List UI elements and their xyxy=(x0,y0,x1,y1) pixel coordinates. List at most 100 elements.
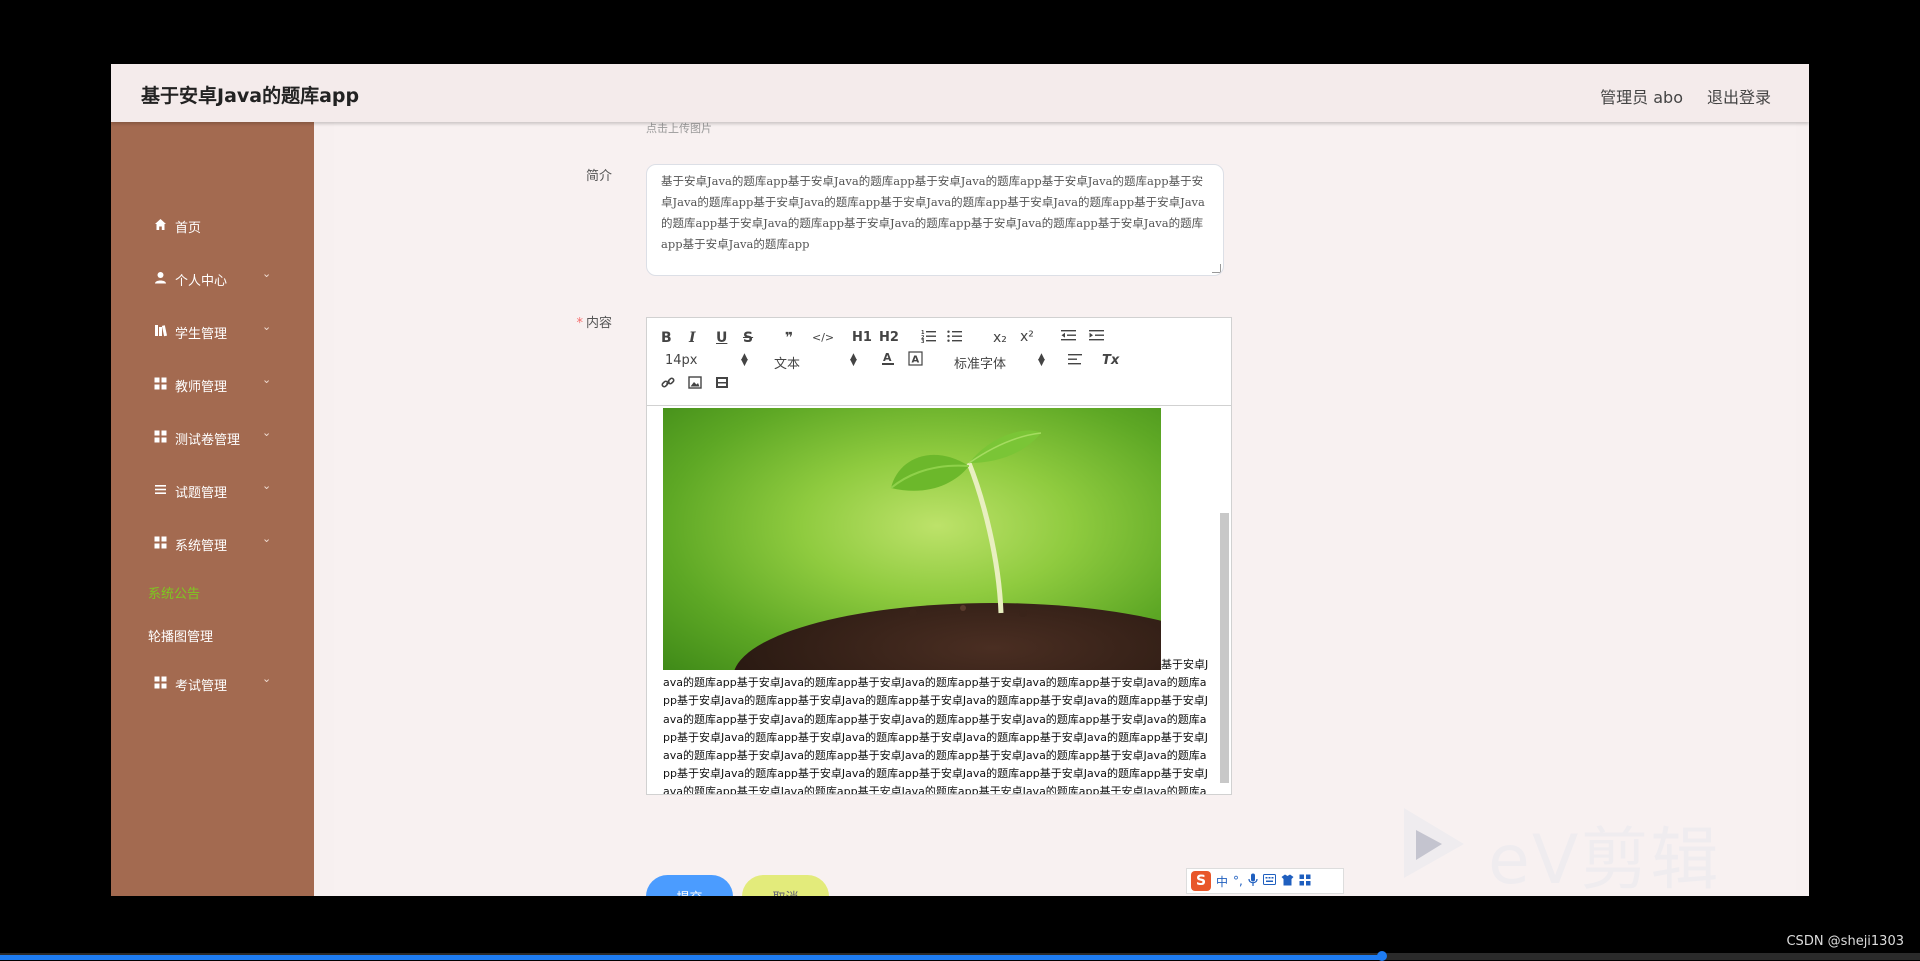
header-2-button[interactable]: H2 xyxy=(879,329,899,347)
admin-user-label[interactable]: 管理员 abo xyxy=(1600,84,1683,108)
microphone-icon[interactable] xyxy=(1248,873,1258,889)
intro-label: 简介 xyxy=(585,169,612,184)
svg-text:A: A xyxy=(883,351,892,364)
punctuation-icon[interactable]: °, xyxy=(1233,874,1243,888)
sidebar-item-students[interactable]: 学生管理 ⌄ xyxy=(111,310,314,354)
sidebar-item-label: 系统管理 xyxy=(175,539,228,554)
sidebar-item-questions[interactable]: 试题管理 ⌄ xyxy=(111,469,314,513)
sidebar-item-label: 首页 xyxy=(175,221,202,236)
cancel-button[interactable]: 取消 xyxy=(742,875,829,896)
video-progress-bar[interactable] xyxy=(0,951,1920,961)
image-icon[interactable] xyxy=(688,376,702,394)
strikethrough-button[interactable]: S xyxy=(743,329,753,347)
sidebar-item-system[interactable]: 系统管理 ⌄ xyxy=(111,522,314,566)
progress-fill xyxy=(0,955,1383,960)
sidebar-item-teachers[interactable]: 教师管理 ⌄ xyxy=(111,363,314,407)
ime-mode-label[interactable]: 中 xyxy=(1216,873,1228,890)
chevron-down-icon: ⌄ xyxy=(262,320,272,333)
home-icon xyxy=(153,217,167,231)
content-label-text: 内容 xyxy=(585,316,612,331)
seedling-image xyxy=(663,408,1161,670)
bold-button[interactable]: B xyxy=(661,329,672,347)
chevron-down-icon: ⌄ xyxy=(262,532,272,545)
csdn-credit: CSDN @sheji1303 xyxy=(1786,934,1904,949)
user-icon xyxy=(153,270,167,284)
toolbox-icon[interactable] xyxy=(1299,874,1311,889)
sidebar-item-label: 试题管理 xyxy=(175,486,228,501)
resize-handle[interactable] xyxy=(1212,264,1221,273)
font-family-value: 标准字体 xyxy=(954,357,1007,372)
skin-icon[interactable] xyxy=(1281,874,1294,889)
video-icon[interactable] xyxy=(715,376,729,394)
font-size-select[interactable]: 14px ▲ ▼ xyxy=(665,352,749,369)
ordered-list-icon[interactable]: 123 xyxy=(921,329,936,348)
svg-text:A: A xyxy=(912,355,920,366)
link-icon[interactable] xyxy=(661,376,675,395)
logout-link[interactable]: 退出登录 xyxy=(1707,84,1771,108)
sidebar: 首页 个人中心 ⌄ 学生管理 ⌄ 教师管理 ⌄ 测试卷管理 ⌄ 试题管理 ⌄ 系… xyxy=(111,122,314,896)
chevron-down-icon: ⌄ xyxy=(262,373,272,386)
sidebar-item-label: 测试卷管理 xyxy=(175,433,241,448)
editor-scrollbar[interactable] xyxy=(1220,513,1229,783)
grid-icon xyxy=(153,376,167,390)
rich-text-editor: B I U S ❞ </> H1 H2 123 x₂ x² 14px ▲ ▼ 文… xyxy=(646,317,1232,795)
svg-text:3: 3 xyxy=(921,339,925,343)
ev-watermark: eV剪辑 xyxy=(1396,800,1726,900)
font-color-icon[interactable]: A xyxy=(881,351,895,371)
grid-icon xyxy=(153,429,167,443)
italic-button[interactable]: I xyxy=(689,329,696,347)
subscript-button[interactable]: x₂ xyxy=(993,329,1007,347)
select-arrows-icon: ▲ ▼ xyxy=(850,352,857,368)
ime-toolbar[interactable]: S 中 °, xyxy=(1186,868,1344,894)
sidebar-item-label: 学生管理 xyxy=(175,327,228,342)
list-icon xyxy=(153,482,167,496)
sidebar-item-papers[interactable]: 测试卷管理 ⌄ xyxy=(111,416,314,460)
bullet-list-icon[interactable] xyxy=(947,329,962,348)
sidebar-item-label: 教师管理 xyxy=(175,380,228,395)
sidebar-subitem-carousel[interactable]: 轮播图管理 xyxy=(148,626,213,645)
background-color-icon[interactable]: A xyxy=(908,351,923,371)
intro-textarea[interactable]: 基于安卓Java的题库app基于安卓Java的题库app基于安卓Java的题库a… xyxy=(646,164,1224,276)
intro-text: 基于安卓Java的题库app基于安卓Java的题库app基于安卓Java的题库a… xyxy=(661,174,1205,251)
select-arrows-icon: ▲ ▼ xyxy=(1038,352,1045,368)
top-right-nav: 管理员 abo 退出登录 xyxy=(1600,84,1771,108)
header-1-button[interactable]: H1 xyxy=(852,329,872,347)
grid-icon xyxy=(153,675,167,689)
sidebar-item-label: 个人中心 xyxy=(175,274,228,289)
sidebar-item-profile[interactable]: 个人中心 ⌄ xyxy=(111,257,314,301)
clear-format-button[interactable]: Tx xyxy=(1102,352,1119,370)
font-family-select[interactable]: 标准字体 ▲ ▼ xyxy=(954,352,1046,373)
text-type-value: 文本 xyxy=(774,357,801,372)
editor-toolbar: B I U S ❞ </> H1 H2 123 x₂ x² 14px ▲ ▼ 文… xyxy=(647,318,1231,406)
superscript-button[interactable]: x² xyxy=(1020,328,1034,346)
main-content: 点击上传图片 简介 基于安卓Java的题库app基于安卓Java的题库app基于… xyxy=(334,122,1796,896)
underline-button[interactable]: U xyxy=(716,329,727,347)
text-type-select[interactable]: 文本 ▲ ▼ xyxy=(774,352,858,373)
top-bar: 基于安卓Java的题库app 管理员 abo 退出登录 xyxy=(111,64,1809,122)
content-text: 基于安卓Java的题库app基于安卓Java的题库app基于安卓Java的题库a… xyxy=(663,658,1209,794)
grid-icon xyxy=(153,535,167,549)
content-label: * 内容 xyxy=(532,312,612,331)
app-title: 基于安卓Java的题库app xyxy=(141,85,360,107)
sidebar-item-exams[interactable]: 考试管理 ⌄ xyxy=(111,662,314,706)
blockquote-icon[interactable]: ❞ xyxy=(785,329,793,347)
outdent-icon[interactable] xyxy=(1061,329,1076,347)
chevron-down-icon: ⌄ xyxy=(262,267,272,280)
upload-hint: 点击上传图片 xyxy=(646,122,712,135)
chevron-down-icon: ⌄ xyxy=(262,672,272,685)
required-mark: * xyxy=(576,316,583,331)
indent-icon[interactable] xyxy=(1089,329,1104,347)
keyboard-icon[interactable] xyxy=(1262,874,1276,888)
sidebar-item-home[interactable]: 首页 xyxy=(111,204,314,248)
editor-content-area[interactable]: 基于安卓Java的题库app基于安卓Java的题库app基于安卓Java的题库a… xyxy=(647,406,1231,794)
chevron-down-icon: ⌄ xyxy=(262,426,272,439)
code-block-icon[interactable]: </> xyxy=(812,329,834,347)
chevron-down-icon: ⌄ xyxy=(262,479,272,492)
font-size-value: 14px xyxy=(665,353,698,368)
editor-body-text: 基于安卓Java的题库app基于安卓Java的题库app基于安卓Java的题库a… xyxy=(663,656,1211,794)
select-arrows-icon: ▲ ▼ xyxy=(741,352,748,368)
submit-button[interactable]: 提交 xyxy=(646,875,733,896)
sidebar-subitem-announcements[interactable]: 系统公告 xyxy=(148,583,200,602)
align-icon[interactable] xyxy=(1068,353,1083,371)
play-logo-icon xyxy=(1404,808,1464,878)
